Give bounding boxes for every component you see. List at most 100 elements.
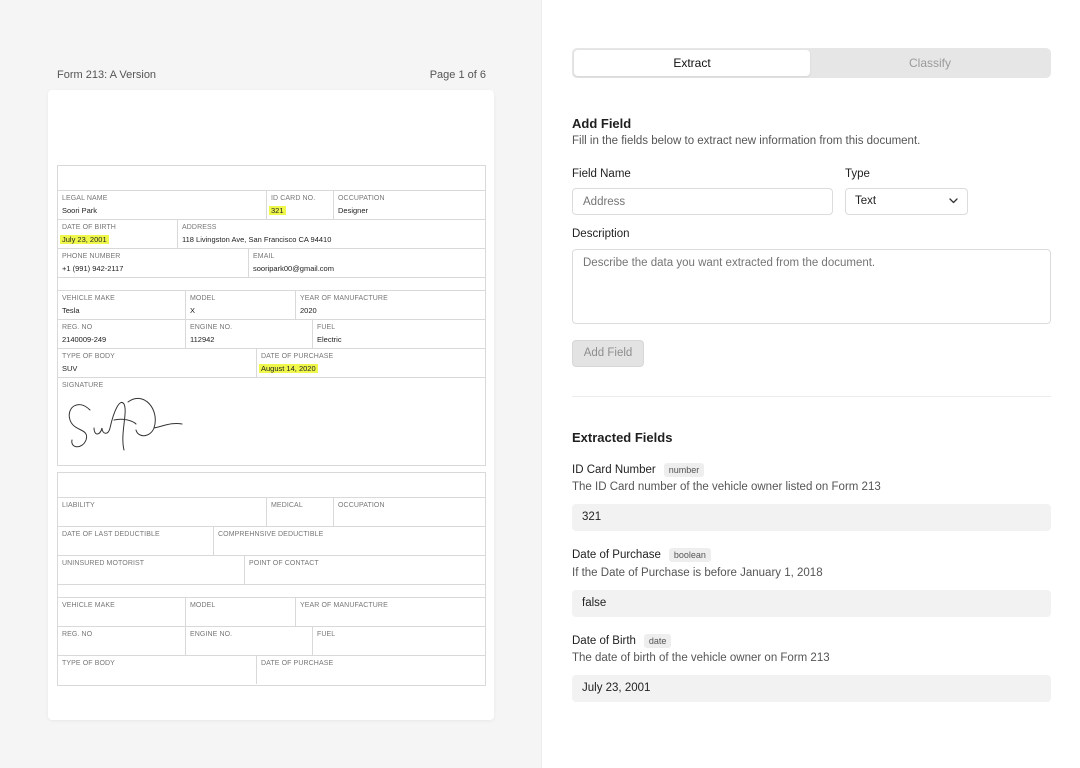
- address-cell: ADDRESS 118 Livingston Ave, San Francisc…: [177, 220, 485, 248]
- signature-image: [68, 397, 183, 451]
- model-cell: MODEL X: [185, 291, 295, 319]
- field-value: X: [190, 306, 196, 315]
- reg-cell: REG. NO 2140009-249: [58, 320, 185, 348]
- type-select[interactable]: Text: [845, 188, 968, 215]
- id-card-cell: ID CARD NO. 321: [266, 191, 333, 219]
- type-select-value: Text: [855, 195, 877, 207]
- purchase-date-cell: DATE OF PURCHASE: [256, 656, 485, 684]
- field-label: ENGINE NO.: [190, 324, 233, 331]
- extracted-field-description: If the Date of Purchase is before Januar…: [572, 567, 823, 579]
- table-row: VEHICLE MAKE MODEL YEAR OF MANUFACTURE: [58, 597, 485, 626]
- document-page: LEGAL NAME Soori Park ID CARD NO. 321 OC…: [48, 90, 494, 720]
- field-label: SIGNATURE: [62, 382, 104, 389]
- type-badge: number: [663, 463, 705, 477]
- field-label: FUEL: [317, 631, 336, 638]
- tab-extract[interactable]: Extract: [574, 50, 810, 76]
- email-cell: EMAIL sooripark00@gmail.com: [248, 249, 485, 277]
- field-label: EMAIL: [253, 253, 275, 260]
- add-field-button[interactable]: Add Field: [572, 340, 644, 367]
- field-value: +1 (991) 942-2117: [62, 264, 124, 273]
- field-label: REG. NO: [62, 631, 93, 638]
- extracted-field-name: Date of Purchase boolean: [572, 548, 711, 562]
- field-label: TYPE OF BODY: [62, 660, 115, 667]
- extracted-field-description: The date of birth of the vehicle owner o…: [572, 652, 830, 664]
- liability-cell: LIABILITY: [58, 498, 266, 526]
- highlighted-value: 321: [269, 206, 286, 215]
- table-row: TYPE OF BODY SUV DATE OF PURCHASE August…: [58, 348, 485, 377]
- field-label: VEHICLE MAKE: [62, 602, 115, 609]
- extracted-field-name: ID Card Number number: [572, 463, 705, 477]
- comprehensive-cell: COMPREHNSIVE DEDUCTIBLE: [213, 527, 485, 555]
- field-label: YEAR OF MANUFACTURE: [300, 295, 388, 302]
- field-label: DATE OF PURCHASE: [261, 660, 334, 667]
- field-value: Electric: [317, 335, 342, 344]
- field-label: DATE OF PURCHASE: [261, 353, 334, 360]
- field-label: ENGINE NO.: [190, 631, 233, 638]
- engine-cell: ENGINE NO.: [185, 627, 312, 655]
- field-title: ID Card Number: [572, 464, 656, 476]
- section-header-row: [58, 166, 485, 190]
- field-value: 112942: [190, 335, 215, 344]
- field-value: Soori Park: [62, 206, 98, 215]
- extracted-fields-heading: Extracted Fields: [572, 430, 673, 445]
- type-badge: boolean: [668, 548, 711, 562]
- field-label: ADDRESS: [182, 224, 217, 231]
- add-field-subtitle: Fill in the fields below to extract new …: [572, 135, 921, 147]
- description-textarea[interactable]: [572, 249, 1051, 324]
- field-label: REG. NO: [62, 324, 93, 331]
- reg-cell: REG. NO: [58, 627, 185, 655]
- model-cell: MODEL: [185, 598, 295, 626]
- field-value: 118 Livingston Ave, San Francisco CA 944…: [182, 235, 332, 244]
- field-label: COMPREHNSIVE DEDUCTIBLE: [218, 531, 324, 538]
- year-cell: YEAR OF MANUFACTURE: [295, 598, 485, 626]
- dob-cell: DATE OF BIRTH July 23, 2001: [58, 220, 177, 248]
- phone-cell: PHONE NUMBER +1 (991) 942-2117: [58, 249, 248, 277]
- field-label: LIABILITY: [62, 502, 95, 509]
- page-indicator[interactable]: Page 1 of 6: [430, 69, 486, 81]
- occupation-cell: OCCUPATION: [333, 498, 485, 526]
- year-cell: YEAR OF MANUFACTURE 2020: [295, 291, 485, 319]
- extracted-field-value[interactable]: 321: [572, 504, 1051, 531]
- table-row: TYPE OF BODY DATE OF PURCHASE: [58, 655, 485, 684]
- document-preview-pane: Form 213: A Version Page 1 of 6 LEGAL NA…: [0, 0, 542, 768]
- extracted-field-value[interactable]: false: [572, 590, 1051, 617]
- field-label: ID CARD NO.: [271, 195, 316, 202]
- table-row: DATE OF BIRTH July 23, 2001 ADDRESS 118 …: [58, 219, 485, 248]
- tab-classify[interactable]: Classify: [812, 50, 1048, 76]
- vehicle-make-cell: VEHICLE MAKE: [58, 598, 185, 626]
- field-label: MODEL: [190, 602, 216, 609]
- medical-cell: MEDICAL: [266, 498, 333, 526]
- field-value: Tesla: [62, 306, 80, 315]
- field-label: LEGAL NAME: [62, 195, 108, 202]
- field-title: Date of Birth: [572, 635, 636, 647]
- section-header-row: [58, 473, 485, 497]
- field-label: YEAR OF MANUFACTURE: [300, 602, 388, 609]
- field-value: 2020: [300, 306, 317, 315]
- field-label: UNINSURED MOTORIST: [62, 560, 145, 567]
- spacer-row: [58, 584, 485, 597]
- contact-cell: POINT OF CONTACT: [244, 556, 485, 584]
- table-row: DATE OF LAST DEDUCTIBLE COMPREHNSIVE DED…: [58, 526, 485, 555]
- field-value: sooripark00@gmail.com: [253, 264, 334, 273]
- field-label: DATE OF LAST DEDUCTIBLE: [62, 531, 160, 538]
- field-label: VEHICLE MAKE: [62, 295, 115, 302]
- field-name-input[interactable]: [572, 188, 833, 215]
- table-row: REG. NO 2140009-249 ENGINE NO. 112942 FU…: [58, 319, 485, 348]
- field-label: MODEL: [190, 295, 216, 302]
- table-row: LEGAL NAME Soori Park ID CARD NO. 321 OC…: [58, 190, 485, 219]
- owner-vehicle-section: LEGAL NAME Soori Park ID CARD NO. 321 OC…: [57, 165, 486, 466]
- field-label: POINT OF CONTACT: [249, 560, 319, 567]
- table-row: UNINSURED MOTORIST POINT OF CONTACT: [58, 555, 485, 584]
- fuel-cell: FUEL: [312, 627, 485, 655]
- extracted-field-name: Date of Birth date: [572, 634, 672, 648]
- field-label: TYPE OF BODY: [62, 353, 115, 360]
- table-row: VEHICLE MAKE Tesla MODEL X YEAR OF MANUF…: [58, 290, 485, 319]
- extracted-field-value[interactable]: July 23, 2001: [572, 675, 1051, 702]
- mode-segmented-control: Extract Classify: [572, 48, 1051, 78]
- insurance-section: LIABILITY MEDICAL OCCUPATION DATE OF LAS…: [57, 472, 486, 686]
- description-label: Description: [572, 228, 630, 240]
- field-value: SUV: [62, 364, 78, 373]
- table-row: PHONE NUMBER +1 (991) 942-2117 EMAIL soo…: [58, 248, 485, 277]
- spacer-row: [58, 277, 485, 290]
- type-badge: date: [643, 634, 672, 648]
